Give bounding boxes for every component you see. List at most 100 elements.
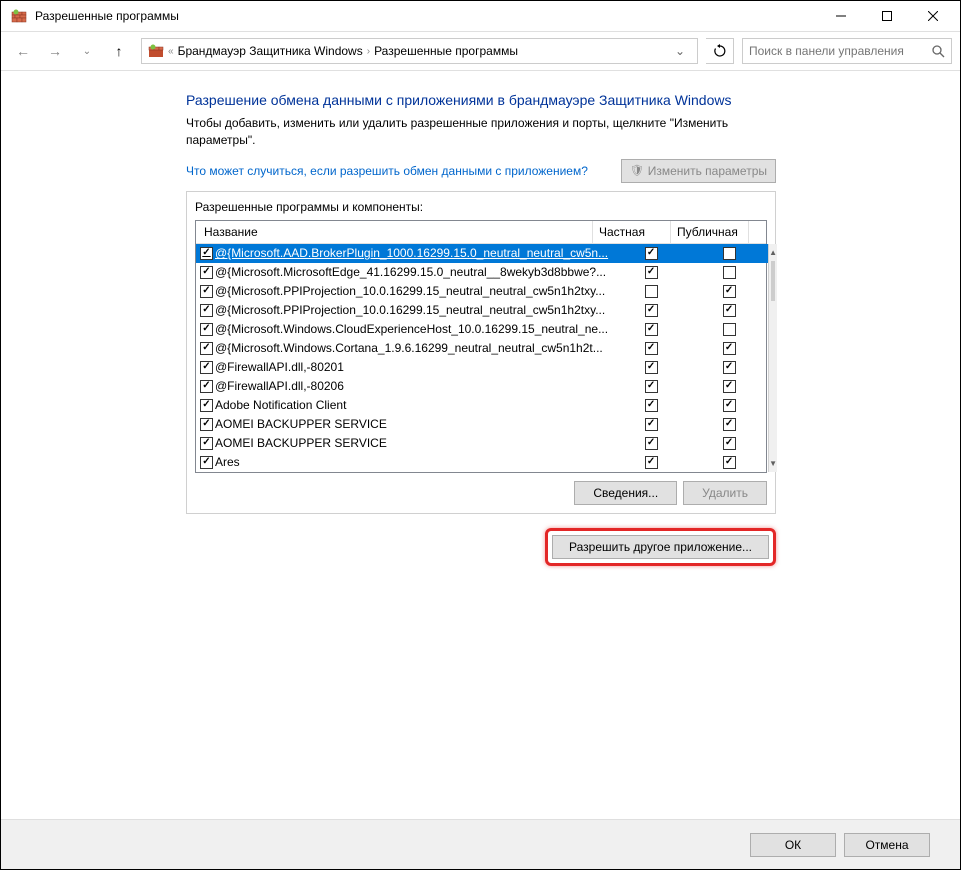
search-icon bbox=[931, 44, 945, 58]
scroll-thumb[interactable] bbox=[771, 261, 775, 301]
enable-checkbox[interactable] bbox=[200, 361, 213, 374]
row-name-cell: @{Microsoft.Windows.Cortana_1.9.6.16299_… bbox=[196, 341, 612, 355]
enable-checkbox[interactable] bbox=[200, 247, 213, 260]
table-row[interactable]: AOMEI BACKUPPER SERVICE bbox=[196, 434, 768, 453]
scroll-down-button[interactable]: ▼ bbox=[769, 455, 777, 472]
allow-another-app-button[interactable]: Разрешить другое приложение... bbox=[552, 535, 769, 559]
private-cell bbox=[612, 285, 690, 298]
public-cell bbox=[690, 456, 768, 469]
private-checkbox[interactable] bbox=[645, 323, 658, 336]
enable-checkbox[interactable] bbox=[200, 323, 213, 336]
private-checkbox[interactable] bbox=[645, 399, 658, 412]
firewall-icon bbox=[11, 8, 27, 24]
private-cell bbox=[612, 342, 690, 355]
program-name: @FirewallAPI.dll,-80206 bbox=[215, 379, 344, 393]
private-checkbox[interactable] bbox=[645, 361, 658, 374]
cancel-button[interactable]: Отмена bbox=[844, 833, 930, 857]
table-row[interactable]: @FirewallAPI.dll,-80206 bbox=[196, 377, 768, 396]
public-checkbox[interactable] bbox=[723, 285, 736, 298]
chevron-right-icon: › bbox=[367, 46, 370, 57]
private-checkbox[interactable] bbox=[645, 266, 658, 279]
delete-button[interactable]: Удалить bbox=[683, 481, 767, 505]
private-checkbox[interactable] bbox=[645, 380, 658, 393]
scroll-up-button[interactable]: ▲ bbox=[769, 244, 777, 261]
enable-checkbox[interactable] bbox=[200, 456, 213, 469]
minimize-button[interactable] bbox=[818, 1, 864, 31]
breadcrumb[interactable]: « Брандмауэр Защитника Windows › Разреше… bbox=[141, 38, 698, 64]
public-checkbox[interactable] bbox=[723, 380, 736, 393]
public-checkbox[interactable] bbox=[723, 266, 736, 279]
table-row[interactable]: @{Microsoft.Windows.Cortana_1.9.6.16299_… bbox=[196, 339, 768, 358]
column-private[interactable]: Частная bbox=[593, 221, 671, 243]
private-checkbox[interactable] bbox=[645, 247, 658, 260]
public-checkbox[interactable] bbox=[723, 323, 736, 336]
table-row[interactable]: Adobe Notification Client bbox=[196, 396, 768, 415]
ok-button[interactable]: ОК bbox=[750, 833, 836, 857]
table-row[interactable]: Ares bbox=[196, 453, 768, 472]
programs-list: Название Частная Публичная @{Microsoft.A… bbox=[195, 220, 767, 473]
column-name[interactable]: Название bbox=[196, 221, 593, 243]
table-row[interactable]: AOMEI BACKUPPER SERVICE bbox=[196, 415, 768, 434]
enable-checkbox[interactable] bbox=[200, 342, 213, 355]
public-cell bbox=[690, 285, 768, 298]
private-cell bbox=[612, 380, 690, 393]
enable-checkbox[interactable] bbox=[200, 418, 213, 431]
navigation-bar: ← → ⌄ ↑ « Брандмауэр Защитника Windows ›… bbox=[1, 31, 960, 71]
private-checkbox[interactable] bbox=[645, 437, 658, 450]
maximize-button[interactable] bbox=[864, 1, 910, 31]
help-link[interactable]: Что может случиться, если разрешить обме… bbox=[186, 164, 588, 178]
private-cell bbox=[612, 266, 690, 279]
list-rows-container: @{Microsoft.AAD.BrokerPlugin_1000.16299.… bbox=[196, 244, 768, 472]
row-name-cell: @FirewallAPI.dll,-80201 bbox=[196, 360, 612, 374]
table-row[interactable]: @FirewallAPI.dll,-80201 bbox=[196, 358, 768, 377]
enable-checkbox[interactable] bbox=[200, 266, 213, 279]
public-checkbox[interactable] bbox=[723, 247, 736, 260]
close-button[interactable] bbox=[910, 1, 956, 31]
enable-checkbox[interactable] bbox=[200, 380, 213, 393]
table-row[interactable]: @{Microsoft.MicrosoftEdge_41.16299.15.0_… bbox=[196, 263, 768, 282]
breadcrumb-dropdown[interactable]: ⌄ bbox=[669, 44, 691, 58]
up-button[interactable]: ↑ bbox=[105, 37, 133, 65]
table-row[interactable]: @{Microsoft.AAD.BrokerPlugin_1000.16299.… bbox=[196, 244, 768, 263]
public-checkbox[interactable] bbox=[723, 361, 736, 374]
table-row[interactable]: @{Microsoft.PPIProjection_10.0.16299.15_… bbox=[196, 301, 768, 320]
window-title: Разрешенные программы bbox=[35, 9, 179, 23]
recent-dropdown[interactable]: ⌄ bbox=[73, 37, 101, 65]
column-public[interactable]: Публичная bbox=[671, 221, 749, 243]
public-checkbox[interactable] bbox=[723, 342, 736, 355]
breadcrumb-firewall[interactable]: Брандмауэр Защитника Windows bbox=[178, 44, 363, 58]
refresh-button[interactable] bbox=[706, 38, 734, 64]
public-cell bbox=[690, 399, 768, 412]
private-checkbox[interactable] bbox=[645, 285, 658, 298]
private-checkbox[interactable] bbox=[645, 304, 658, 317]
window: Разрешенные программы ← → ⌄ ↑ « Брандмау… bbox=[0, 0, 961, 870]
scroll-track[interactable] bbox=[769, 261, 777, 455]
private-checkbox[interactable] bbox=[645, 456, 658, 469]
private-cell bbox=[612, 456, 690, 469]
enable-checkbox[interactable] bbox=[200, 399, 213, 412]
public-checkbox[interactable] bbox=[723, 304, 736, 317]
breadcrumb-allowed-apps[interactable]: Разрешенные программы bbox=[374, 44, 518, 58]
public-checkbox[interactable] bbox=[723, 437, 736, 450]
search-box[interactable] bbox=[742, 38, 952, 64]
program-name: @{Microsoft.AAD.BrokerPlugin_1000.16299.… bbox=[215, 246, 608, 260]
public-checkbox[interactable] bbox=[723, 456, 736, 469]
table-row[interactable]: @{Microsoft.PPIProjection_10.0.16299.15_… bbox=[196, 282, 768, 301]
change-settings-button[interactable]: 🛡 Изменить параметры bbox=[621, 159, 776, 183]
forward-button[interactable]: → bbox=[41, 37, 69, 65]
back-button[interactable]: ← bbox=[9, 37, 37, 65]
scrollbar[interactable]: ▲ ▼ bbox=[768, 244, 777, 472]
enable-checkbox[interactable] bbox=[200, 304, 213, 317]
program-name: Ares bbox=[215, 455, 240, 469]
private-checkbox[interactable] bbox=[645, 418, 658, 431]
public-cell bbox=[690, 266, 768, 279]
search-input[interactable] bbox=[749, 44, 931, 58]
private-checkbox[interactable] bbox=[645, 342, 658, 355]
enable-checkbox[interactable] bbox=[200, 285, 213, 298]
public-checkbox[interactable] bbox=[723, 418, 736, 431]
table-row[interactable]: @{Microsoft.Windows.CloudExperienceHost_… bbox=[196, 320, 768, 339]
row-name-cell: @{Microsoft.Windows.CloudExperienceHost_… bbox=[196, 322, 612, 336]
details-button[interactable]: Сведения... bbox=[574, 481, 677, 505]
public-checkbox[interactable] bbox=[723, 399, 736, 412]
enable-checkbox[interactable] bbox=[200, 437, 213, 450]
